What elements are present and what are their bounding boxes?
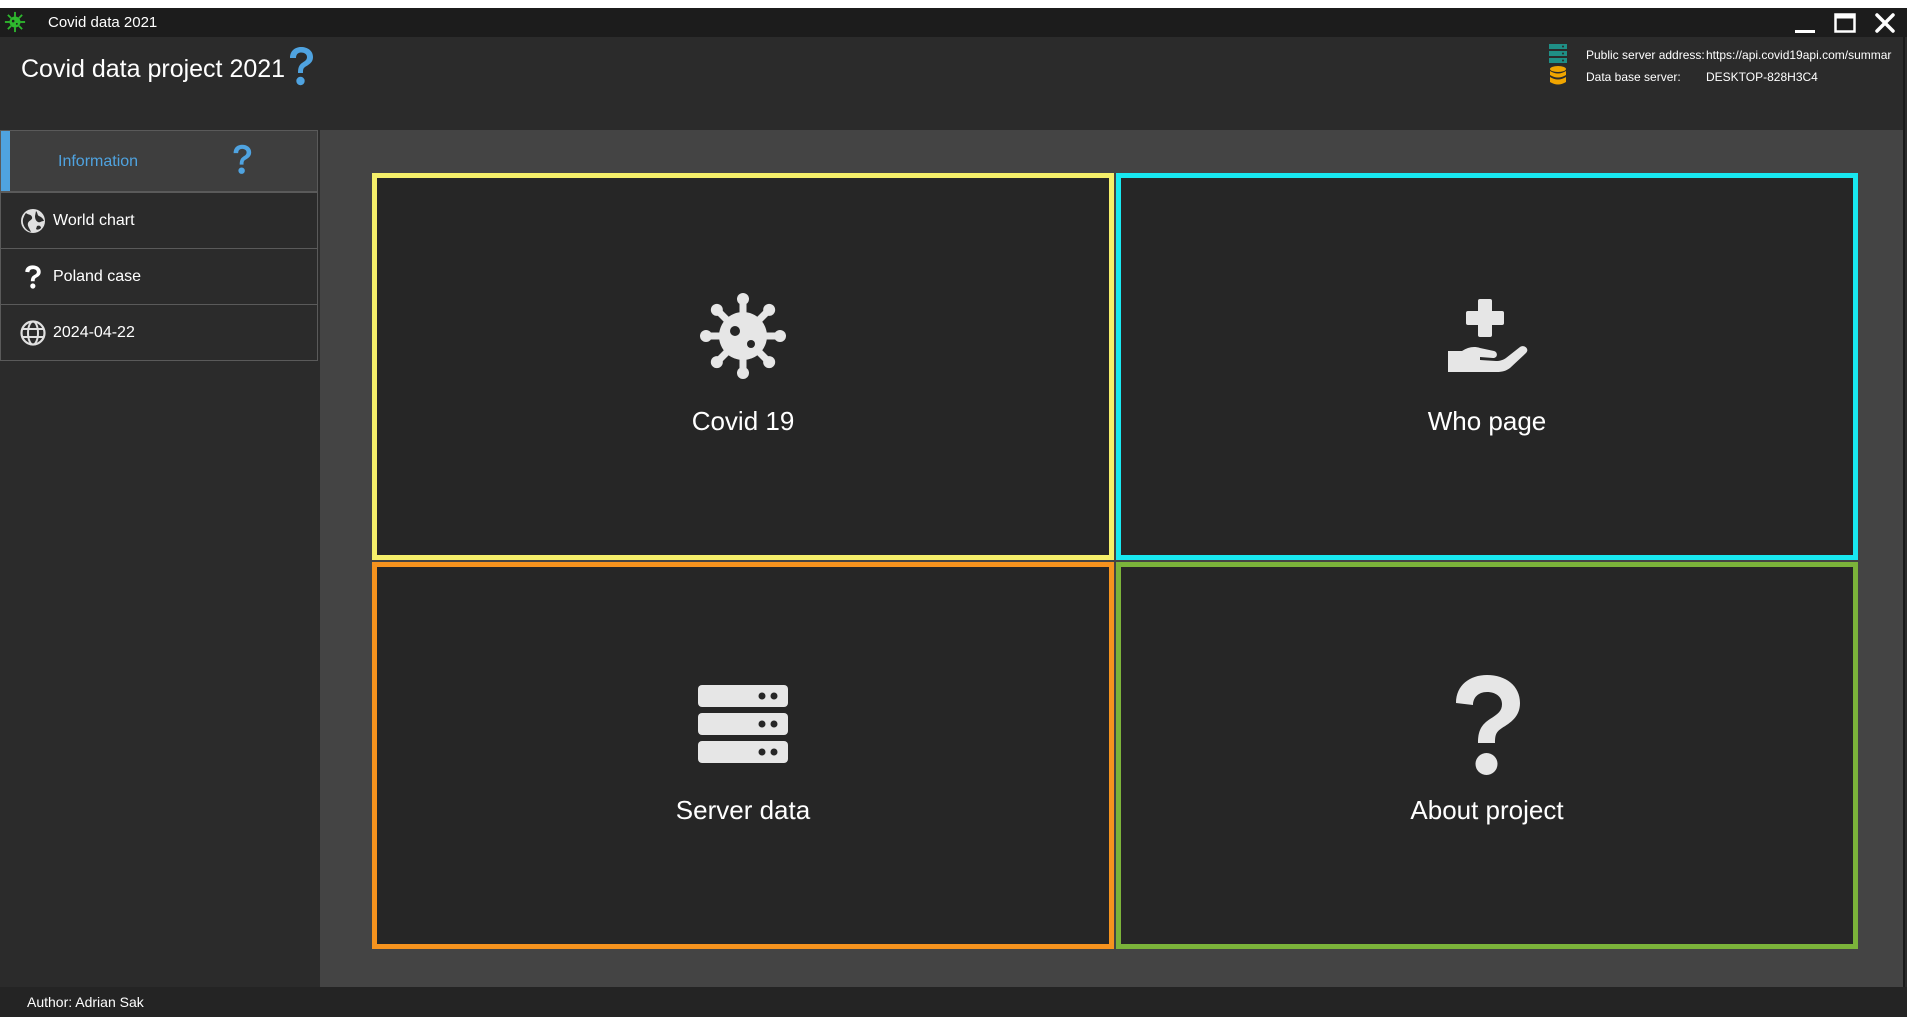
sidebar-item-world-chart[interactable]: World chart <box>0 192 318 249</box>
question-icon <box>25 265 41 289</box>
close-button[interactable] <box>1866 8 1904 37</box>
tile-label: About project <box>1410 795 1564 825</box>
window-title: Covid data 2021 <box>48 14 158 31</box>
app-header: Covid data project 2021 Public server ad… <box>0 37 1907 130</box>
sidebar-item-label: Poland case <box>53 268 142 285</box>
page-title: Covid data project 2021 <box>21 55 286 83</box>
minimize-icon <box>1795 29 1815 33</box>
server-stack-icon <box>1549 44 1567 63</box>
public-server-value: https://api.covid19api.com/summar <box>1706 48 1892 62</box>
server-icon <box>698 685 788 763</box>
main-panel: Covid 19 Who page Server data About proj… <box>320 130 1905 987</box>
sidebar-item-label: World chart <box>53 212 135 229</box>
tile-server-data[interactable]: Server data <box>372 562 1114 949</box>
minimize-button[interactable] <box>1786 8 1824 37</box>
db-server-value: DESKTOP-828H3C4 <box>1706 70 1818 84</box>
globe-americas-icon <box>21 209 45 233</box>
hand-holding-medical-icon <box>1448 299 1528 372</box>
close-icon <box>1875 12 1895 33</box>
tile-about-project[interactable]: About project <box>1116 562 1858 949</box>
sidebar-item-date[interactable]: 2024-04-22 <box>0 304 318 361</box>
tile-label: Server data <box>675 795 811 825</box>
tile-who-page[interactable]: Who page <box>1116 173 1858 560</box>
virus-icon <box>4 11 26 33</box>
globe-icon <box>20 320 46 346</box>
virus-icon <box>700 293 786 379</box>
tile-label: Who page <box>1427 406 1547 436</box>
author-text: Author: Adrian Sak <box>27 994 144 1010</box>
sidebar: Information World chart Poland case 2024… <box>0 130 320 987</box>
status-bar: Author: Adrian Sak <box>0 987 1907 1017</box>
tile-label: Covid 19 <box>691 406 795 436</box>
question-icon[interactable] <box>284 45 318 89</box>
app-window: Covid data 2021 Covid data project 2021 <box>0 8 1907 1017</box>
sidebar-item-information[interactable]: Information <box>0 130 318 192</box>
active-indicator <box>1 131 10 191</box>
db-server-label: Data base server: <box>1586 70 1681 84</box>
sidebar-item-label: 2024-04-22 <box>53 324 135 341</box>
scrollbar[interactable] <box>1903 37 1905 987</box>
maximize-button[interactable] <box>1826 8 1864 37</box>
tile-covid-19[interactable]: Covid 19 <box>372 173 1114 560</box>
database-icon <box>1550 66 1566 85</box>
question-icon <box>233 144 252 174</box>
maximize-icon <box>1834 12 1856 33</box>
question-icon <box>1456 675 1520 775</box>
sidebar-item-label: Information <box>58 153 139 170</box>
sidebar-item-poland-case[interactable]: Poland case <box>0 248 318 305</box>
title-bar: Covid data 2021 <box>0 8 1907 37</box>
public-server-label: Public server address: <box>1586 48 1705 62</box>
